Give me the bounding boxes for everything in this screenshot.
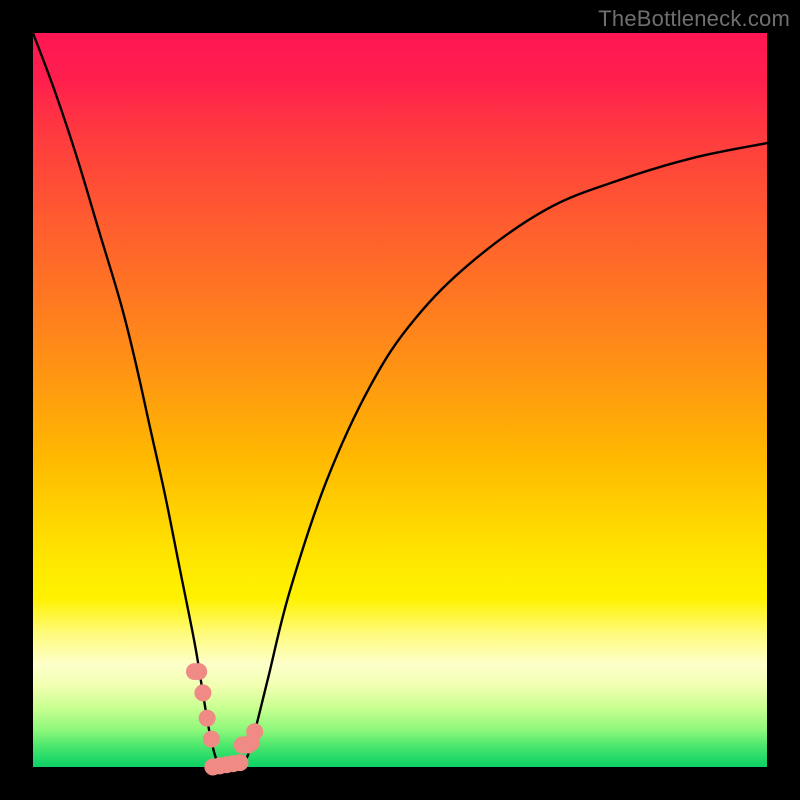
bottleneck-curve xyxy=(33,33,767,768)
chart-plot-area xyxy=(33,33,767,767)
chart-svg xyxy=(33,33,767,767)
highlight-dot xyxy=(231,754,248,771)
highlight-dot xyxy=(199,710,216,727)
watermark-text: TheBottleneck.com xyxy=(598,6,790,32)
highlight-dot xyxy=(203,731,220,748)
highlight-dot xyxy=(190,663,207,680)
highlight-dot xyxy=(194,684,211,701)
chart-frame: TheBottleneck.com xyxy=(0,0,800,800)
highlight-dots xyxy=(186,663,263,775)
highlight-dot xyxy=(246,723,263,740)
